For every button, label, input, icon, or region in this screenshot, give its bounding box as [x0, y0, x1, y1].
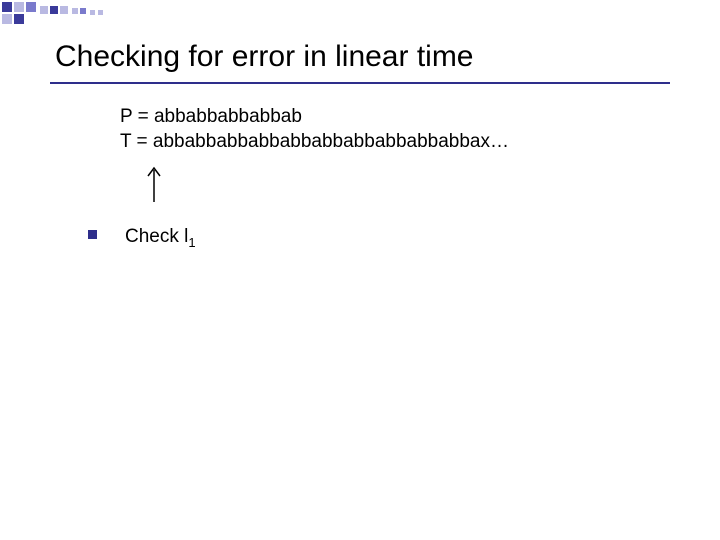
corner-decoration: [0, 0, 120, 30]
title-underline: [50, 82, 670, 84]
slide-title: Checking for error in linear time: [55, 40, 474, 74]
check-prefix: Check l: [125, 226, 188, 247]
bullet-item: Check l1: [88, 226, 196, 250]
check-text: Check l1: [125, 226, 196, 250]
up-arrow-icon: [144, 164, 164, 204]
square-bullet-icon: [88, 230, 97, 239]
t-string: T = abbabbabbabbabbabbabbabbabbabbax…: [120, 130, 509, 155]
string-block: P = abbabbabbabbab T = abbabbabbabbabbab…: [120, 105, 509, 154]
check-subscript: 1: [188, 235, 195, 250]
p-string: P = abbabbabbabbab: [120, 105, 509, 130]
